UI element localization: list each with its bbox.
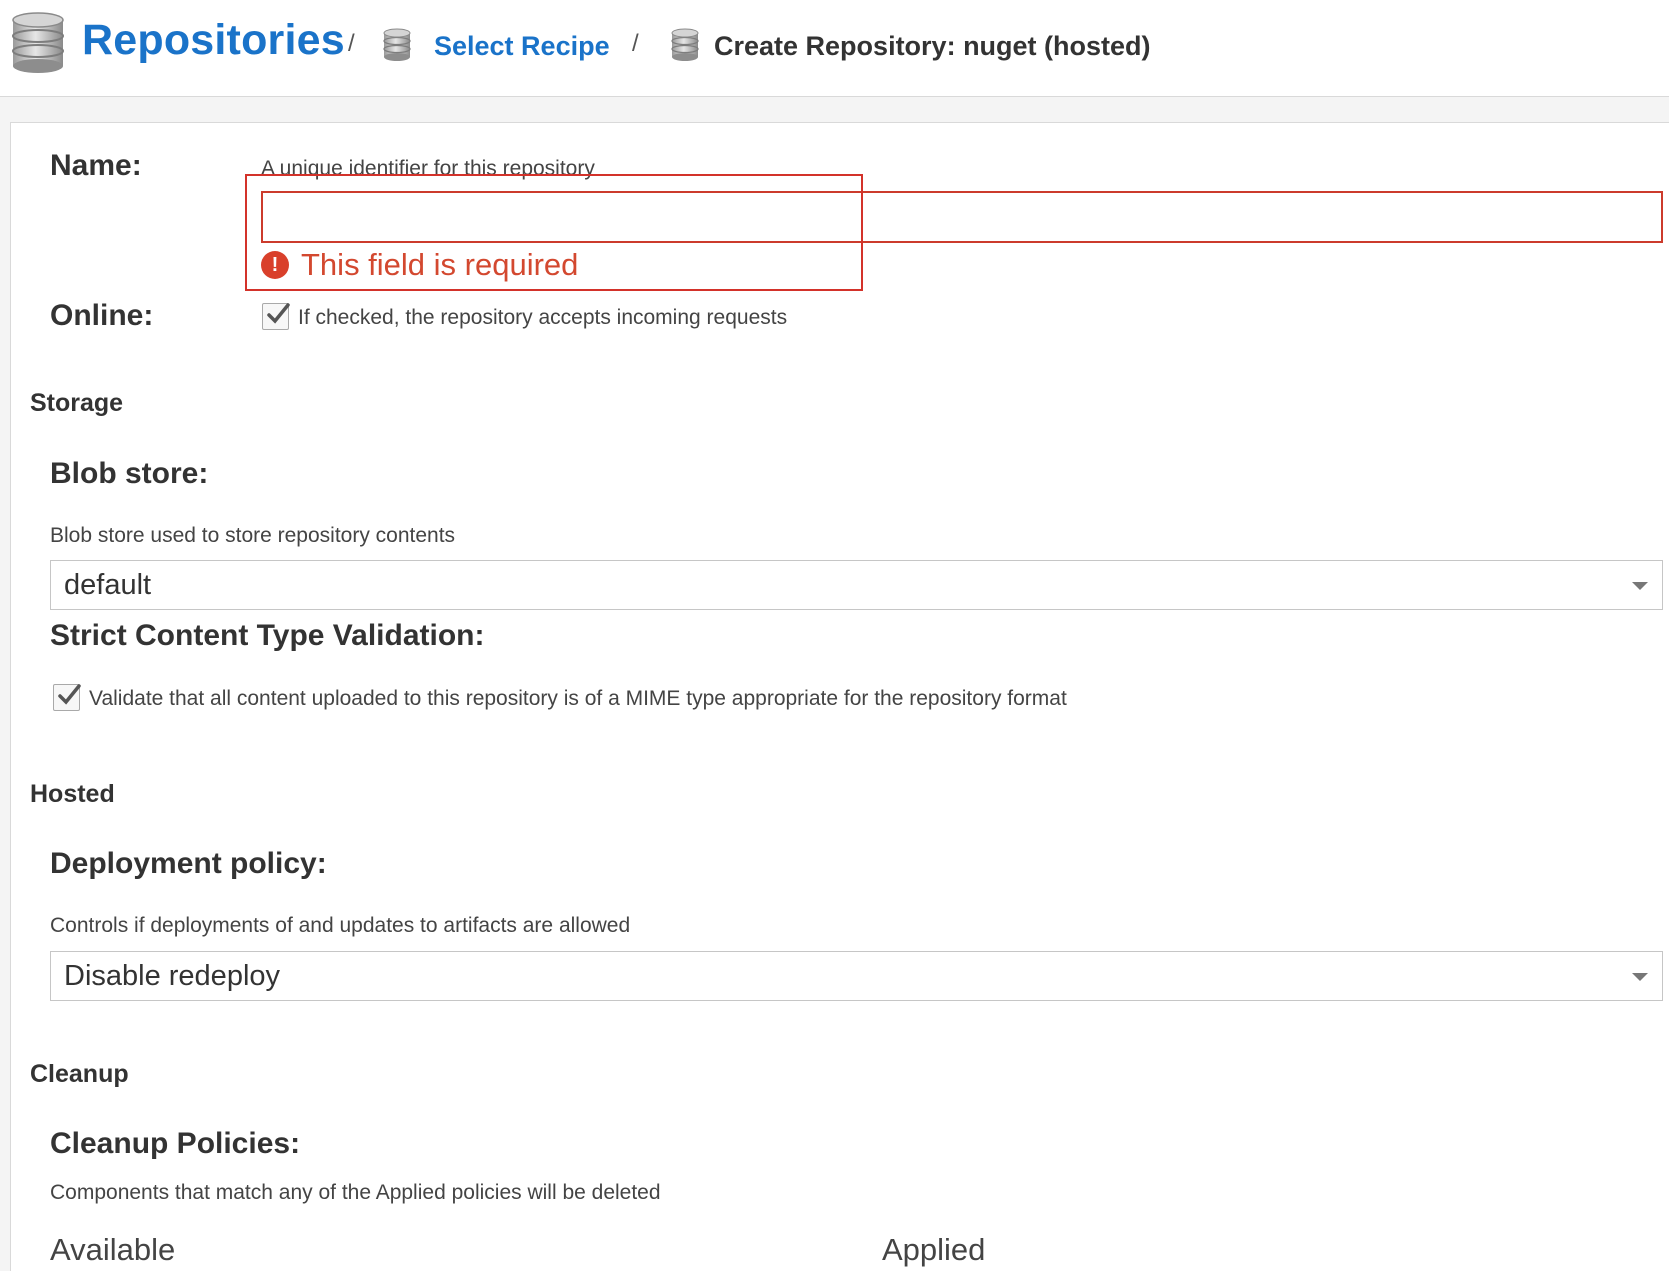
name-input[interactable]: [261, 191, 1663, 243]
breadcrumb: Repositories / Select Recipe / Create Re…: [0, 0, 1669, 97]
breadcrumb-current-page: Create Repository: nuget (hosted): [714, 31, 1151, 61]
breadcrumb-repositories-link[interactable]: Repositories: [82, 16, 345, 65]
blob-store-label: Blob store:: [50, 457, 209, 490]
breadcrumb-separator: /: [348, 30, 355, 57]
breadcrumb-select-recipe-link[interactable]: Select Recipe: [434, 31, 610, 62]
check-icon: [267, 303, 290, 324]
name-label: Name:: [50, 149, 142, 182]
strict-validation-label: Strict Content Type Validation:: [50, 619, 485, 652]
database-icon: [383, 28, 411, 61]
strict-validation-help: Validate that all content uploaded to th…: [89, 687, 1067, 710]
online-checkbox[interactable]: [262, 303, 290, 330]
blob-store-select[interactable]: default: [50, 560, 1663, 610]
deployment-policy-value: Disable redeploy: [64, 960, 281, 992]
online-help: If checked, the repository accepts incom…: [298, 306, 788, 329]
check-icon: [58, 684, 81, 705]
cleanup-policies-label: Cleanup Policies:: [50, 1127, 301, 1160]
cleanup-section-title: Cleanup: [30, 1060, 129, 1088]
database-icon: [12, 12, 64, 73]
breadcrumb-separator: /: [632, 30, 639, 57]
deployment-policy-select[interactable]: Disable redeploy: [50, 951, 1663, 1001]
cleanup-available-header: Available: [50, 1232, 176, 1267]
online-label: Online:: [50, 299, 154, 332]
blob-store-value: default: [64, 569, 152, 601]
blob-store-help: Blob store used to store repository cont…: [50, 524, 456, 547]
storage-section-title: Storage: [30, 389, 124, 417]
repository-form: Name: A unique identifier for this repos…: [10, 122, 1669, 1271]
deployment-policy-label: Deployment policy:: [50, 847, 327, 880]
name-error-text: This field is required: [301, 247, 579, 282]
hosted-section-title: Hosted: [30, 780, 115, 808]
dropdown-arrow-icon: [1632, 582, 1648, 590]
name-error: ! This field is required: [261, 245, 578, 285]
database-icon: [671, 28, 699, 61]
cleanup-applied-header: Applied: [882, 1232, 986, 1267]
error-icon: !: [261, 251, 289, 279]
cleanup-policies-help: Components that match any of the Applied…: [50, 1181, 661, 1204]
deployment-policy-help: Controls if deployments of and updates t…: [50, 914, 631, 937]
strict-validation-checkbox[interactable]: [53, 684, 81, 711]
dropdown-arrow-icon: [1632, 973, 1648, 981]
name-help: A unique identifier for this repository: [261, 157, 595, 180]
